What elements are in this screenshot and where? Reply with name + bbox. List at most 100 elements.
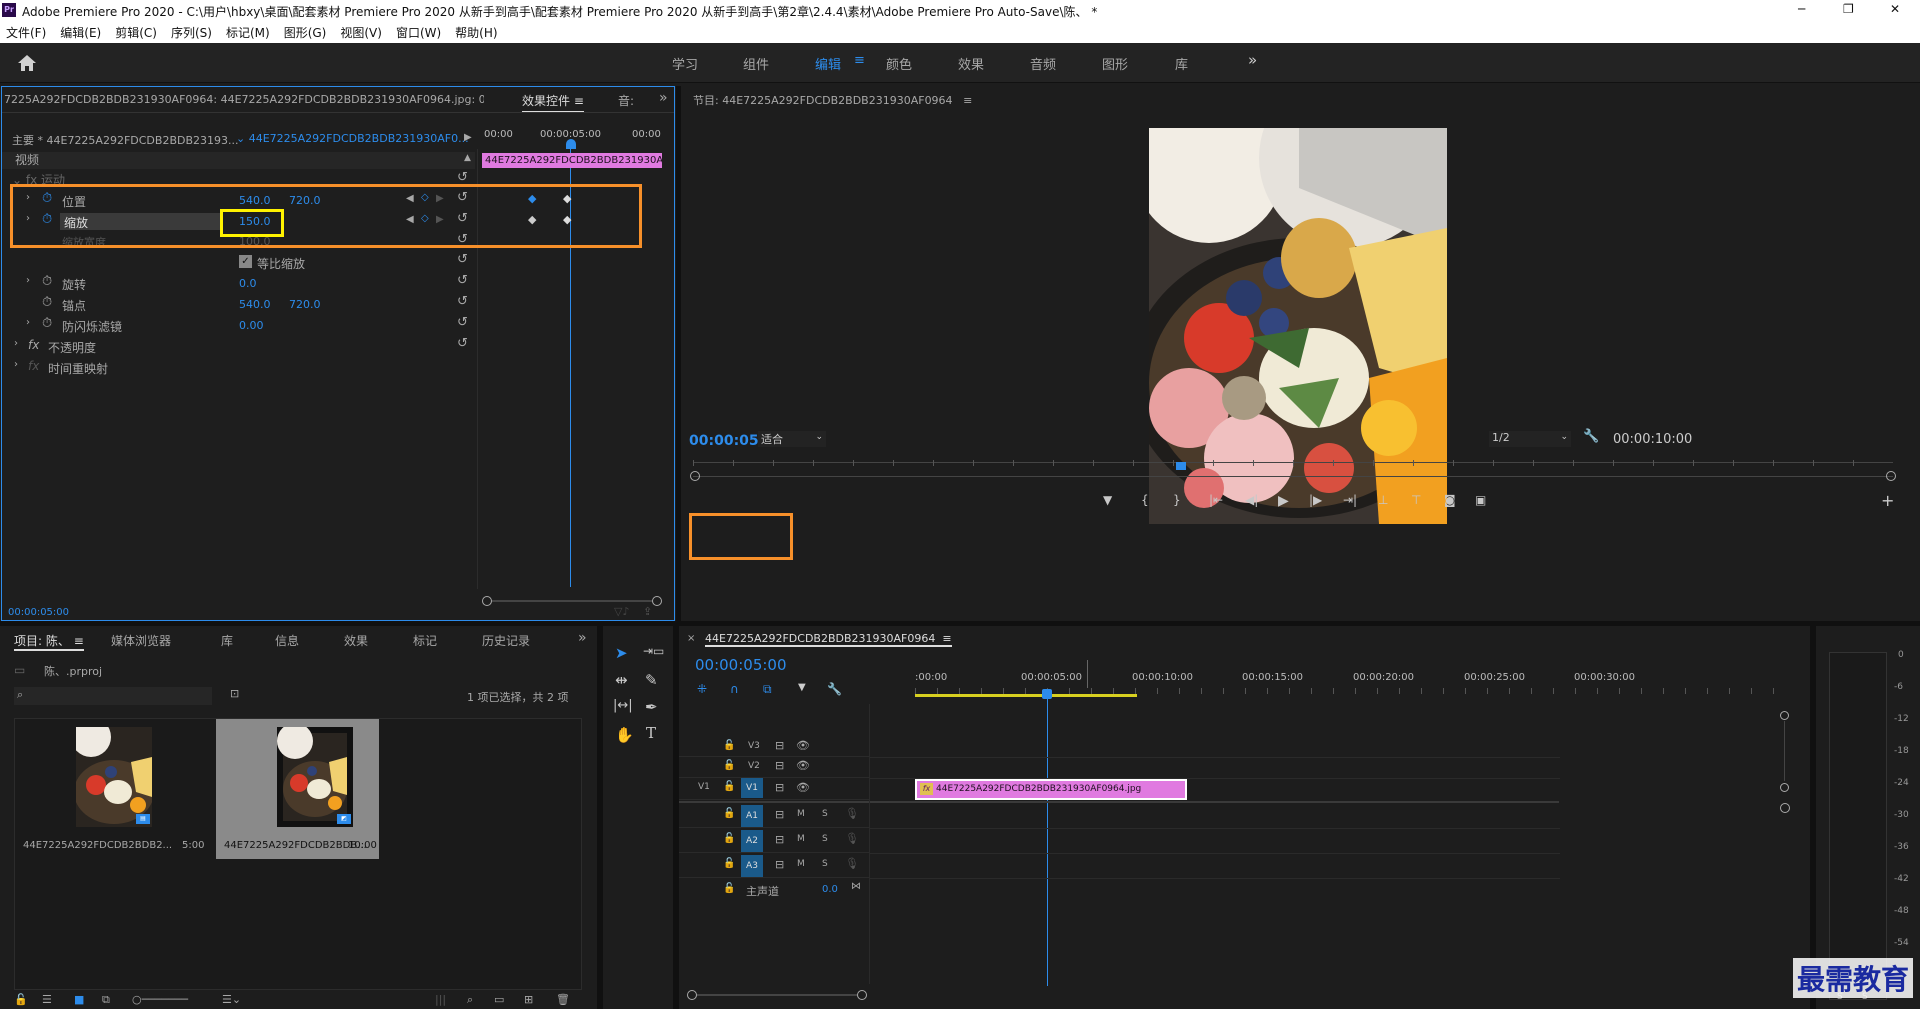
anchor-x-value[interactable]: 540.0 [239,298,271,311]
project-item-selected[interactable]: ◩ 44E7225A292FDCDB2BDB... 10:00 [216,719,379,859]
expand-chevron-icon[interactable]: › [26,275,30,286]
lock-icon[interactable]: 🔓 [723,808,735,819]
menu-view[interactable]: 视图(V) [340,24,382,41]
menu-graphics[interactable]: 图形(G) [284,24,327,41]
solo-button[interactable]: S [822,859,828,869]
zoom-slider[interactable]: ○─────── [132,993,188,1006]
lift-icon[interactable]: ⊥ [1378,493,1388,507]
workspace-tab-editing[interactable]: 编辑 [815,54,841,73]
program-timecode[interactable]: 00:00:05:00 [689,433,784,449]
step-forward-icon[interactable]: |▶ [1309,493,1322,507]
section-collapse-icon[interactable]: ▲ [464,153,471,163]
track-select-tool-icon[interactable]: ⇥▭ [643,644,664,658]
anti-flicker-value[interactable]: 0.00 [239,319,264,332]
reset-icon[interactable]: ↺ [457,294,468,309]
timeline-clip[interactable]: fx 44E7225A292FDCDB2BDB231930AF0964.jpg [915,779,1187,800]
settings-wrench-icon[interactable]: 🔧 [827,682,842,696]
ec-zoom-scrollbar[interactable] [482,594,662,606]
new-bin-from-search-icon[interactable]: ⊡ [230,687,239,700]
uniform-scale-checkbox[interactable]: ✓ [239,255,252,268]
export-icon[interactable]: ⇪ [643,605,652,618]
close-button[interactable]: ✕ [1890,2,1900,16]
lock-icon[interactable]: 🔓 [723,760,735,771]
snap-icon[interactable]: ∩ [730,682,739,696]
panel-expand-icon[interactable]: » [659,90,668,106]
menu-clip[interactable]: 剪辑(C) [115,24,157,41]
export-frame-icon[interactable]: ◙ [1444,493,1456,507]
workspace-tab-libraries[interactable]: 库 [1175,54,1188,73]
panel-menu-icon[interactable]: ≡ [574,94,584,108]
reset-icon[interactable]: ↺ [457,336,468,351]
workspace-tab-learn[interactable]: 学习 [672,54,698,73]
program-scrubber[interactable] [690,460,1908,482]
eye-icon[interactable]: 👁 [796,759,810,772]
maximize-button[interactable]: ❐ [1843,2,1854,16]
track-target-a2[interactable]: A2 [741,830,763,852]
stopwatch-icon[interactable]: ⏱ [42,316,52,331]
new-item-icon[interactable]: ⊞ [524,993,533,1006]
workspace-tab-color[interactable]: 颜色 [886,54,912,73]
play-icon[interactable]: ▶ [1278,493,1289,509]
panel-menu-icon[interactable]: ≡ [74,634,84,648]
sync-lock-icon[interactable]: ⊟ [775,739,784,752]
comparison-view-icon[interactable]: ▣ [1475,493,1486,507]
nest-icon[interactable]: ⁜ [697,682,707,696]
track-target-a1[interactable]: A1 [741,805,763,827]
automate-icon[interactable]: ||| [435,993,446,1006]
track-target-v1[interactable]: V1 [741,778,763,798]
voiceover-mic-icon[interactable]: 🎙 [845,832,859,845]
menu-marker[interactable]: 标记(M) [226,24,270,41]
solo-button[interactable]: S [822,809,828,819]
tab-project[interactable]: 项目: 陈、 ≡ [14,632,84,651]
menu-sequence[interactable]: 序列(S) [171,24,212,41]
tab-markers[interactable]: 标记 [413,632,437,649]
workspace-tab-audio[interactable]: 音频 [1030,54,1056,73]
mute-button[interactable]: M [797,859,805,869]
add-marker-icon[interactable]: ▼ [1103,493,1112,507]
tab-effect-controls[interactable]: 效果控件 ≡ [522,92,584,113]
reset-icon[interactable]: ↺ [457,315,468,330]
anchor-y-value[interactable]: 720.0 [289,298,321,311]
hand-tool-icon[interactable]: ✋ [615,726,634,744]
audio-tracks-scrollbar[interactable] [1780,803,1790,813]
tab-audio[interactable]: 音: [618,92,634,109]
mute-button[interactable]: M [797,809,805,819]
ec-timecode[interactable]: 00:00:05:00 [8,607,69,618]
effect-row-time-remapping[interactable]: › fx 时间重映射 [2,358,475,378]
minimize-button[interactable]: ─ [1798,2,1805,16]
fit-select[interactable]: 适合 ⌄ [758,431,826,447]
razor-tool-icon[interactable]: ✎ [645,671,658,689]
step-back-icon[interactable]: ◀| [1245,493,1258,507]
home-icon[interactable] [17,54,37,72]
panel-menu-icon[interactable]: ≡ [942,632,951,645]
reset-icon[interactable]: ↺ [457,252,468,267]
lock-icon[interactable]: 🔓 [14,993,28,1006]
lock-icon[interactable]: 🔓 [723,883,735,894]
extract-icon[interactable]: ⊤ [1411,493,1421,507]
workspace-more-icon[interactable]: » [1248,51,1257,69]
menu-edit[interactable]: 编辑(E) [60,24,101,41]
track-target-a3[interactable]: A3 [741,855,763,877]
play-only-audio-icon[interactable]: ▶ [464,132,472,143]
lock-icon[interactable]: 🔓 [723,781,735,792]
rotation-value[interactable]: 0.0 [239,277,257,290]
master-track-value[interactable]: 0.0 [822,884,838,895]
sync-lock-icon[interactable]: ⊟ [775,808,784,821]
filter-icon[interactable]: ▽♪ [614,605,629,618]
sync-lock-icon[interactable]: ⊟ [775,759,784,772]
icon-view-icon[interactable]: ■ [74,993,84,1006]
find-icon[interactable]: ⌕ [467,993,473,1007]
sync-lock-icon[interactable]: ⊟ [775,781,784,794]
expand-chevron-icon[interactable]: › [14,359,18,370]
project-item[interactable]: ▤ 44E7225A292FDCDB2BDB2... 5:00 [15,719,213,859]
ripple-edit-tool-icon[interactable]: ⇹ [615,671,628,689]
button-editor-icon[interactable]: + [1881,491,1894,510]
master-clip-selector[interactable]: 主要 * 44E7225A292FDCDB2BDB23193... [12,132,239,148]
add-marker-icon[interactable]: ▼ [798,682,806,693]
trash-icon[interactable]: 🗑 [556,993,570,1006]
sync-lock-icon[interactable]: ⊟ [775,858,784,871]
voiceover-mic-icon[interactable]: 🎙 [845,857,859,870]
panel-expand-icon[interactable]: » [578,630,587,646]
stopwatch-icon[interactable]: ⏱ [42,295,52,310]
go-to-start-icon[interactable]: ⋈ [851,881,861,892]
